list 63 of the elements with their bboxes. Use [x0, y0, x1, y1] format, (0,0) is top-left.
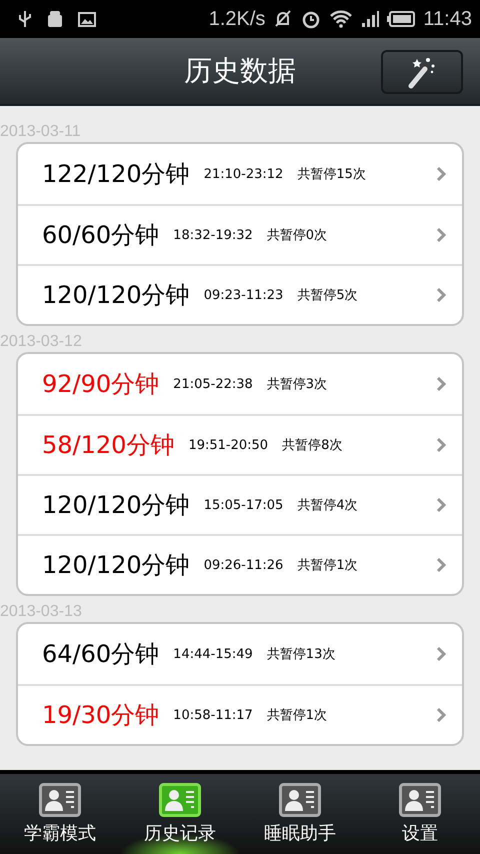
record-row[interactable]: 122/120分钟 21:10-23:12 共暂停15次 — [18, 144, 462, 204]
record-row[interactable]: 64/60分钟 14:44-15:49 共暂停13次 — [18, 624, 462, 684]
pause-count: 共暂停13次 — [266, 646, 336, 663]
duration-text: 58/120分钟 — [42, 430, 174, 461]
duration-text: 122/120分钟 — [42, 159, 190, 190]
pause-count: 共暂停1次 — [297, 557, 358, 574]
nav-tab[interactable]: 睡眠助手 — [240, 774, 360, 854]
record-row[interactable]: 58/120分钟 19:51-20:50 共暂停8次 — [18, 414, 462, 474]
time-range: 21:05-22:38 — [173, 376, 253, 392]
chevron-icon — [436, 497, 446, 513]
contact-card-icon — [399, 783, 441, 817]
contact-card-icon — [159, 783, 201, 817]
time-range: 15:05-17:05 — [204, 498, 284, 512]
chevron-icon — [436, 376, 446, 392]
time-range: 18:32-19:32 — [173, 228, 253, 242]
pause-count: 共暂停15次 — [297, 166, 366, 183]
duration-text: 19/30分钟 — [42, 700, 160, 731]
duration-text: 92/90分钟 — [42, 369, 160, 400]
contact-card-icon — [279, 783, 321, 817]
signal-icon — [361, 10, 380, 28]
chevron-icon — [436, 227, 446, 243]
chevron-icon — [436, 557, 446, 573]
time-range: 14:44-15:49 — [173, 646, 253, 662]
chevron-icon — [436, 707, 446, 723]
clock: 11:43 — [423, 8, 472, 30]
magic-wand-icon — [407, 55, 437, 89]
magic-wand-button[interactable] — [381, 50, 463, 94]
record-row[interactable]: 92/90分钟 21:05-22:38 共暂停3次 — [18, 354, 462, 414]
alarm-icon — [301, 9, 322, 29]
chevron-icon — [436, 646, 446, 662]
pause-count: 共暂停0次 — [266, 227, 328, 244]
record-row[interactable]: 19/30分钟 10:58-11:17 共暂停1次 — [18, 684, 462, 744]
record-row[interactable]: 120/120分钟 09:23-11:23 共暂停5次 — [18, 264, 462, 324]
page-title: 历史数据 — [184, 53, 296, 89]
pause-count: 共暂停4次 — [297, 497, 358, 514]
contact-card-icon — [39, 783, 81, 817]
duration-text: 60/60分钟 — [42, 220, 160, 251]
usb-icon — [18, 10, 32, 28]
duration-text: 120/120分钟 — [42, 550, 190, 581]
image-icon — [78, 12, 96, 26]
wifi-icon — [329, 10, 354, 28]
pause-count: 共暂停8次 — [282, 437, 342, 454]
record-row[interactable]: 60/60分钟 18:32-19:32 共暂停0次 — [18, 204, 462, 264]
record-row[interactable]: 120/120分钟 15:05-17:05 共暂停4次 — [18, 474, 462, 534]
chevron-icon — [436, 287, 446, 303]
record-row[interactable]: 120/120分钟 09:26-11:26 共暂停1次 — [18, 534, 462, 594]
duration-text: 120/120分钟 — [42, 280, 190, 311]
pause-count: 共暂停5次 — [297, 287, 358, 304]
nav-tab[interactable]: 学霸模式 — [0, 774, 120, 854]
pause-count: 共暂停3次 — [266, 376, 328, 393]
duration-text: 64/60分钟 — [42, 639, 160, 670]
time-range: 19:51-20:50 — [188, 438, 268, 452]
time-range: 09:26-11:26 — [204, 558, 284, 572]
time-range: 10:58-11:17 — [173, 708, 253, 722]
chevron-icon — [436, 166, 446, 182]
time-range: 21:10-23:12 — [204, 166, 284, 182]
time-range: 09:23-11:23 — [204, 288, 284, 302]
nav-tab[interactable]: 设置 — [360, 774, 480, 854]
duration-text: 120/120分钟 — [42, 490, 190, 521]
chevron-icon — [436, 437, 446, 453]
battery-icon — [387, 11, 416, 27]
pause-count: 共暂停1次 — [266, 707, 328, 724]
network-speed: 1.2K/s — [208, 8, 266, 30]
